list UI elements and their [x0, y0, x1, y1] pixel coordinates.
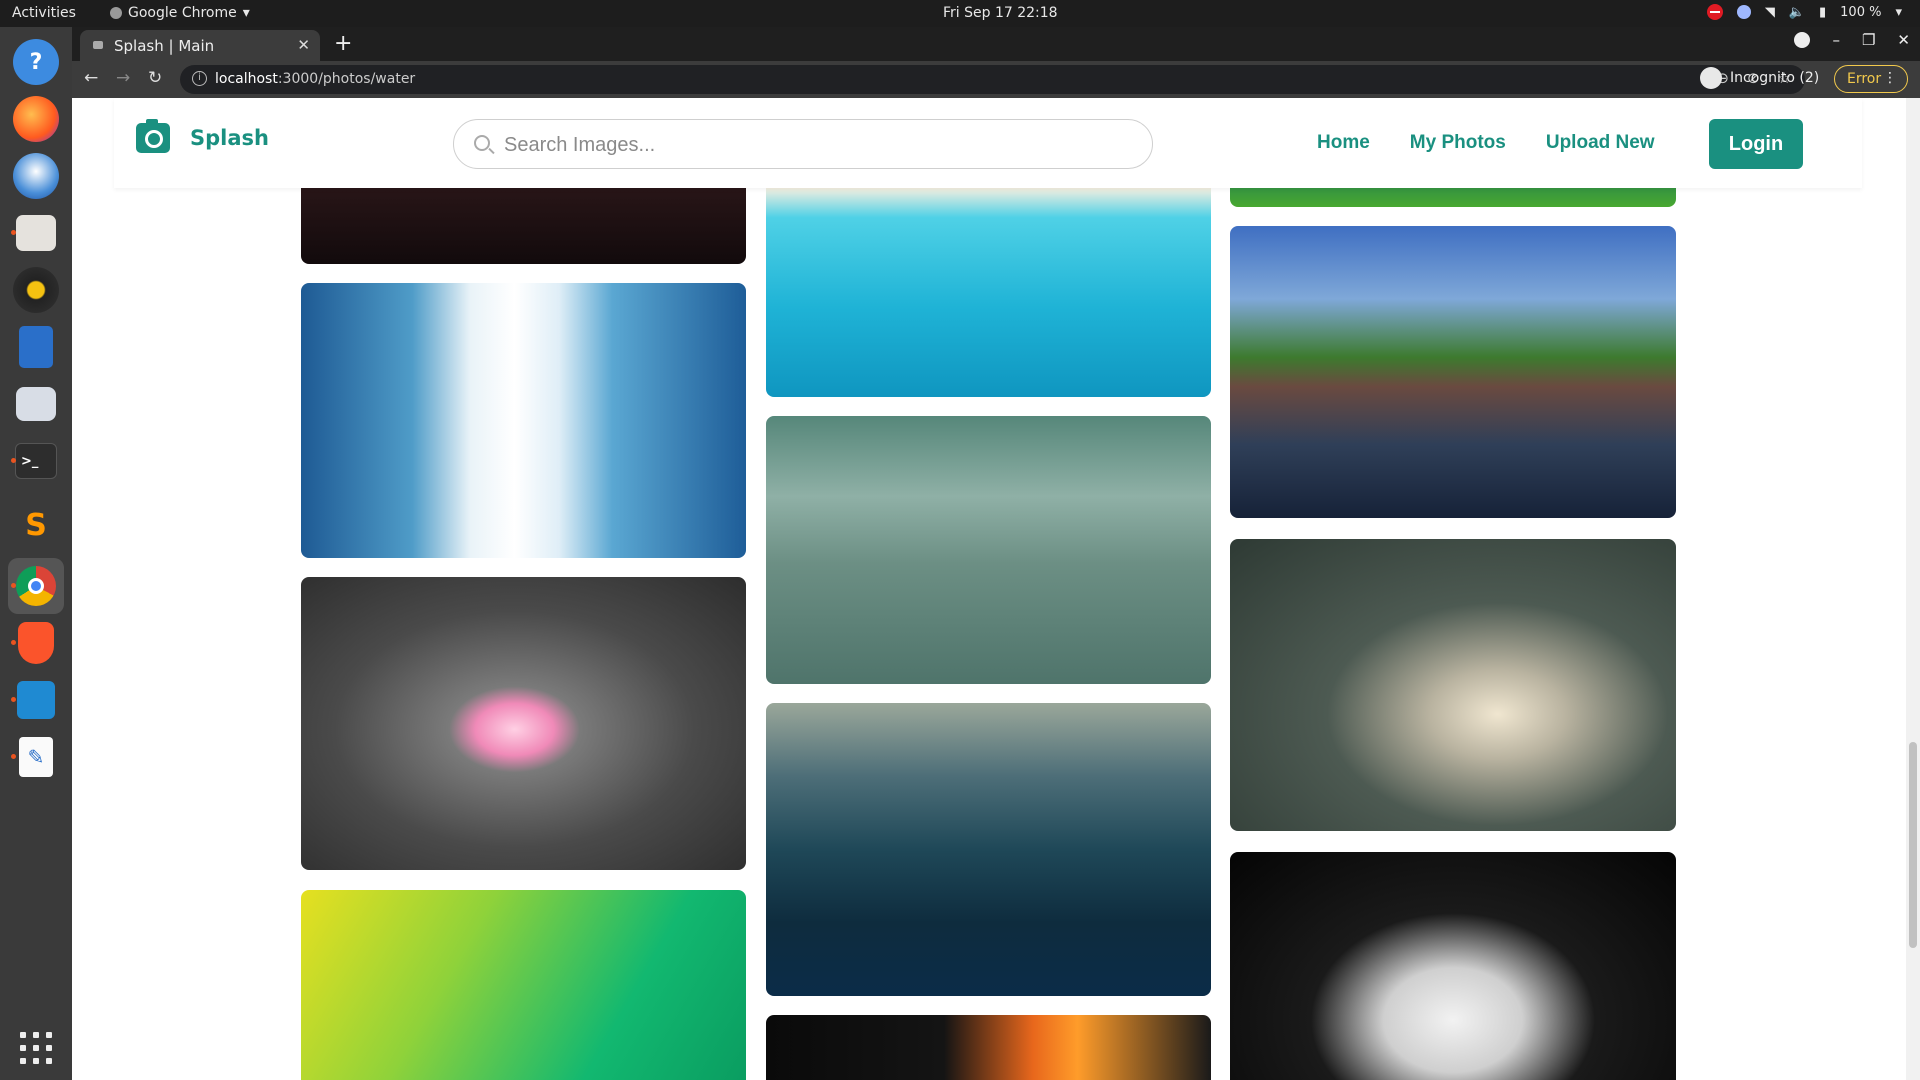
firefox-icon	[13, 96, 59, 142]
files-icon	[16, 215, 56, 251]
camera-icon	[136, 119, 170, 153]
incognito-icon	[1700, 67, 1722, 89]
running-indicator	[11, 697, 16, 702]
running-indicator	[11, 754, 16, 759]
photo-children-in-rain[interactable]	[766, 416, 1211, 684]
chevron-down-icon: ▾	[1895, 4, 1902, 20]
more-menu-icon[interactable]: ⋮	[1883, 70, 1897, 86]
page-viewport: Splash Home My Photos Upload New Login	[72, 98, 1920, 1080]
help-icon: ?	[13, 39, 59, 85]
running-indicator	[11, 640, 16, 645]
browser-tab-strip: Splash | Main ✕ + – ❐ ✕	[72, 27, 1920, 61]
login-button[interactable]: Login	[1709, 119, 1803, 169]
writer-icon	[19, 326, 53, 368]
nav-home[interactable]: Home	[1317, 132, 1370, 154]
nav-links: Home My Photos Upload New	[1317, 132, 1655, 154]
do-not-disturb-icon	[1706, 4, 1723, 20]
dock-rhythmbox[interactable]	[8, 262, 64, 318]
system-top-bar: Activities Google Chrome ▾ Fri Sep 17 22…	[0, 0, 1920, 27]
tab-search-icon[interactable]	[1794, 32, 1811, 48]
volume-icon: 🔈	[1788, 4, 1805, 20]
photo-lake-boathouse[interactable]	[1230, 226, 1676, 518]
dock-text-editor[interactable]: ✎	[8, 729, 64, 785]
chrome-icon	[16, 566, 56, 606]
terminal-icon: >_	[15, 443, 57, 479]
tab-title: Splash | Main	[114, 36, 215, 55]
new-tab-button[interactable]: +	[334, 31, 352, 56]
battery-icon: ▮	[1819, 4, 1827, 20]
maximize-icon[interactable]: ❐	[1862, 31, 1875, 49]
forward-icon[interactable]: →	[116, 68, 130, 88]
clock[interactable]: Fri Sep 17 22:18	[943, 5, 1058, 21]
close-window-icon[interactable]: ✕	[1897, 31, 1910, 49]
search-input[interactable]	[504, 130, 1124, 160]
system-tray[interactable]: ◥ 🔈 ▮ 100 % ▾	[1706, 4, 1902, 20]
text-editor-icon: ✎	[19, 737, 53, 777]
app-menu-label: Google Chrome	[128, 5, 237, 21]
page-scrollbar[interactable]	[1906, 98, 1920, 1080]
app-menu[interactable]: Google Chrome ▾	[110, 5, 250, 21]
brand-name: Splash	[190, 126, 269, 150]
error-label: Error	[1847, 71, 1882, 87]
close-icon[interactable]: ✕	[297, 36, 310, 54]
search-bar[interactable]	[453, 119, 1153, 169]
show-applications-button[interactable]	[20, 1032, 52, 1064]
dock-software[interactable]	[8, 376, 64, 432]
photo-swan-on-lake[interactable]	[1230, 539, 1676, 831]
search-icon	[474, 135, 490, 151]
incognito-indicator[interactable]: Incognito (2)	[1700, 67, 1819, 89]
photo-pink-lotus[interactable]	[301, 577, 746, 870]
tab-splash-main[interactable]: Splash | Main ✕	[80, 30, 320, 61]
dock-thunderbird[interactable]	[8, 148, 64, 204]
photo-water-splash-figure[interactable]	[301, 283, 746, 558]
rhythmbox-icon	[13, 267, 59, 313]
running-indicator	[11, 230, 16, 235]
photo-ocean-waves[interactable]	[766, 703, 1211, 996]
address-bar[interactable]: i localhost:3000/photos/water ⊖ ⊘ ☆	[180, 65, 1805, 94]
scrollbar-thumb[interactable]	[1909, 742, 1917, 948]
dock: ? >_ S ✎	[0, 27, 72, 1080]
dock-chrome[interactable]	[8, 558, 64, 614]
battery-level: 100 %	[1840, 4, 1882, 20]
activities-button[interactable]: Activities	[12, 5, 76, 21]
incognito-label: Incognito (2)	[1730, 70, 1820, 86]
minimize-icon[interactable]: –	[1832, 31, 1840, 49]
browser-toolbar: ← → ↻ i localhost:3000/photos/water ⊖ ⊘ …	[72, 61, 1920, 98]
brave-icon	[18, 622, 54, 664]
notification-icon	[1736, 5, 1751, 19]
running-indicator	[11, 458, 16, 463]
dock-help[interactable]: ?	[8, 34, 64, 90]
site-info-icon[interactable]: i	[192, 71, 207, 86]
dock-writer[interactable]	[8, 319, 64, 375]
window-controls: – ❐ ✕	[1794, 31, 1910, 49]
chevron-down-icon: ▾	[242, 5, 250, 21]
site-navbar: Splash Home My Photos Upload New Login	[114, 98, 1862, 188]
photo-white-swan-black[interactable]	[1230, 852, 1676, 1080]
nav-upload-new[interactable]: Upload New	[1546, 132, 1655, 154]
software-center-icon	[16, 387, 56, 421]
url-text[interactable]: localhost:3000/photos/water	[215, 71, 415, 87]
dock-files[interactable]	[8, 205, 64, 261]
error-button[interactable]: Error ⋮	[1834, 65, 1908, 93]
dock-vscode[interactable]	[8, 672, 64, 728]
wifi-icon: ◥	[1764, 4, 1775, 20]
dock-sublime[interactable]: S	[8, 497, 64, 553]
brand-link[interactable]: Splash	[136, 119, 269, 153]
dock-firefox[interactable]	[8, 91, 64, 147]
vscode-icon	[17, 681, 55, 719]
dock-terminal[interactable]: >_	[8, 433, 64, 489]
photo-fire-water[interactable]	[766, 1015, 1211, 1080]
back-icon[interactable]: ←	[84, 68, 98, 88]
camera-icon	[93, 41, 103, 49]
sublime-text-icon: S	[13, 502, 59, 548]
photo-green-water-drop[interactable]	[301, 890, 746, 1080]
chrome-icon	[110, 7, 122, 19]
nav-my-photos[interactable]: My Photos	[1410, 132, 1506, 154]
dock-brave[interactable]	[8, 615, 64, 671]
reload-icon[interactable]: ↻	[148, 68, 162, 88]
thunderbird-icon	[13, 153, 59, 199]
